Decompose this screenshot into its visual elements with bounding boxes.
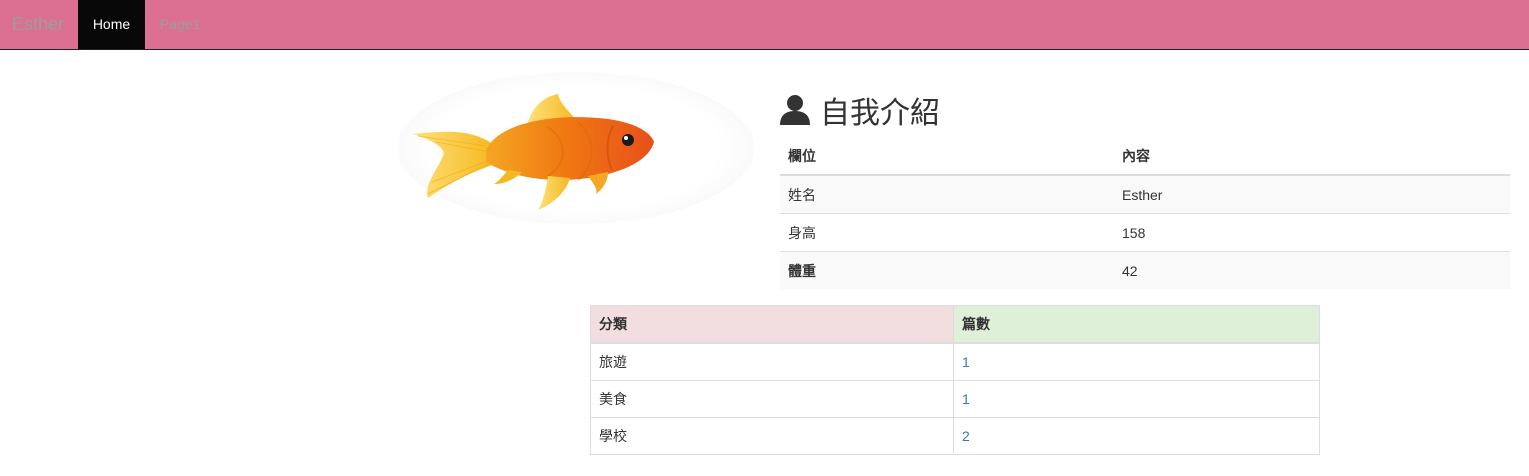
brand-link[interactable]: Esther — [12, 0, 64, 49]
table-row: 體重 42 — [780, 251, 1510, 289]
table-row: 旅遊 1 — [590, 342, 1320, 381]
intro-heading: 自我介紹 — [780, 88, 940, 132]
intro-title: 自我介紹 — [820, 96, 940, 131]
header-category: 分類 — [590, 305, 954, 344]
goldfish-image — [398, 72, 754, 224]
row-value: 158 — [1114, 213, 1510, 252]
nav-item-page1[interactable]: Page1 — [145, 0, 215, 49]
header-count: 篇數 — [953, 305, 1320, 344]
nav-item-home[interactable]: Home — [78, 0, 145, 49]
navbar: Esther Home Page1 — [0, 0, 1529, 50]
category-table: 分類 篇數 旅遊 1 美食 1 學校 2 — [590, 305, 1320, 455]
category-count-link[interactable]: 1 — [953, 380, 1320, 418]
table-row: 學校 2 — [590, 417, 1320, 455]
intro-table: 欄位 內容 姓名 Esther 身高 158 體重 42 — [780, 137, 1510, 289]
row-value: Esther — [1114, 174, 1510, 214]
table-row: 身高 158 — [780, 213, 1510, 252]
table-row: 美食 1 — [590, 380, 1320, 418]
category-name: 學校 — [590, 417, 954, 455]
row-field: 身高 — [780, 213, 1114, 252]
category-count-link[interactable]: 1 — [953, 342, 1320, 381]
table-row: 姓名 Esther — [780, 174, 1510, 214]
row-field: 姓名 — [780, 174, 1114, 214]
category-name: 美食 — [590, 380, 954, 418]
table-header-row: 欄位 內容 — [780, 137, 1510, 176]
table-header-row: 分類 篇數 — [590, 305, 1320, 344]
category-count-link[interactable]: 2 — [953, 417, 1320, 455]
header-field: 欄位 — [780, 137, 1114, 176]
category-name: 旅遊 — [590, 342, 954, 381]
row-field: 體重 — [780, 251, 1114, 289]
user-icon — [780, 93, 810, 128]
row-value: 42 — [1114, 251, 1510, 289]
header-content: 內容 — [1114, 137, 1510, 176]
